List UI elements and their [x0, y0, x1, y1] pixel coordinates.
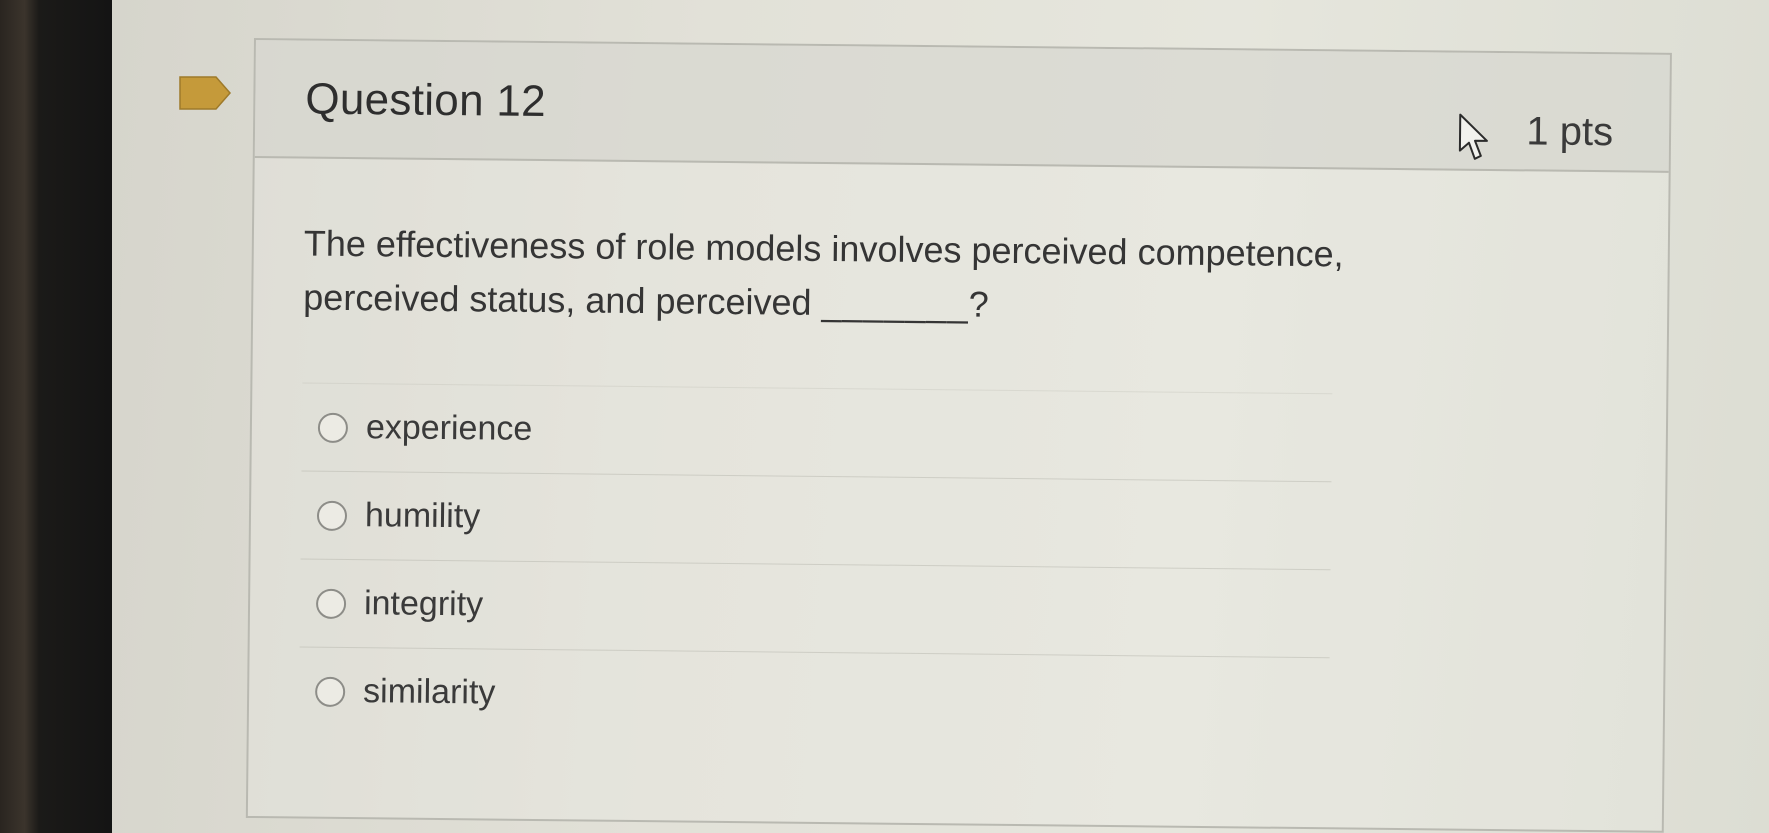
- bookmark-flag-icon[interactable]: [178, 74, 232, 112]
- question-text-end: ?: [968, 283, 989, 325]
- answer-option-similarity[interactable]: similarity: [298, 646, 1330, 746]
- question-text: The effectiveness of role models involve…: [303, 217, 1504, 338]
- mouse-cursor-icon: [1458, 113, 1488, 160]
- answer-label[interactable]: similarity: [363, 672, 496, 712]
- monitor-bezel: [0, 0, 112, 833]
- answer-label[interactable]: integrity: [364, 584, 483, 624]
- answer-option-integrity[interactable]: integrity: [299, 558, 1331, 658]
- answer-label[interactable]: humility: [365, 496, 481, 536]
- radio-button[interactable]: [315, 676, 346, 707]
- question-blank: _______: [821, 281, 969, 325]
- answer-option-experience[interactable]: experience: [301, 382, 1333, 482]
- answer-list: experience humility integrity similarity: [298, 382, 1617, 749]
- question-header: Question 12 1 pts: [254, 40, 1670, 173]
- answer-option-humility[interactable]: humility: [300, 470, 1332, 570]
- radio-button[interactable]: [316, 500, 348, 531]
- answer-label[interactable]: experience: [366, 408, 533, 449]
- question-card: Question 12 1 pts The effectiveness of r…: [245, 38, 1672, 833]
- question-points: 1 pts: [1526, 109, 1614, 155]
- radio-button[interactable]: [315, 588, 347, 619]
- question-body: The effectiveness of role models involve…: [249, 158, 1669, 749]
- radio-button[interactable]: [317, 412, 349, 443]
- question-title: Question 12: [305, 74, 547, 127]
